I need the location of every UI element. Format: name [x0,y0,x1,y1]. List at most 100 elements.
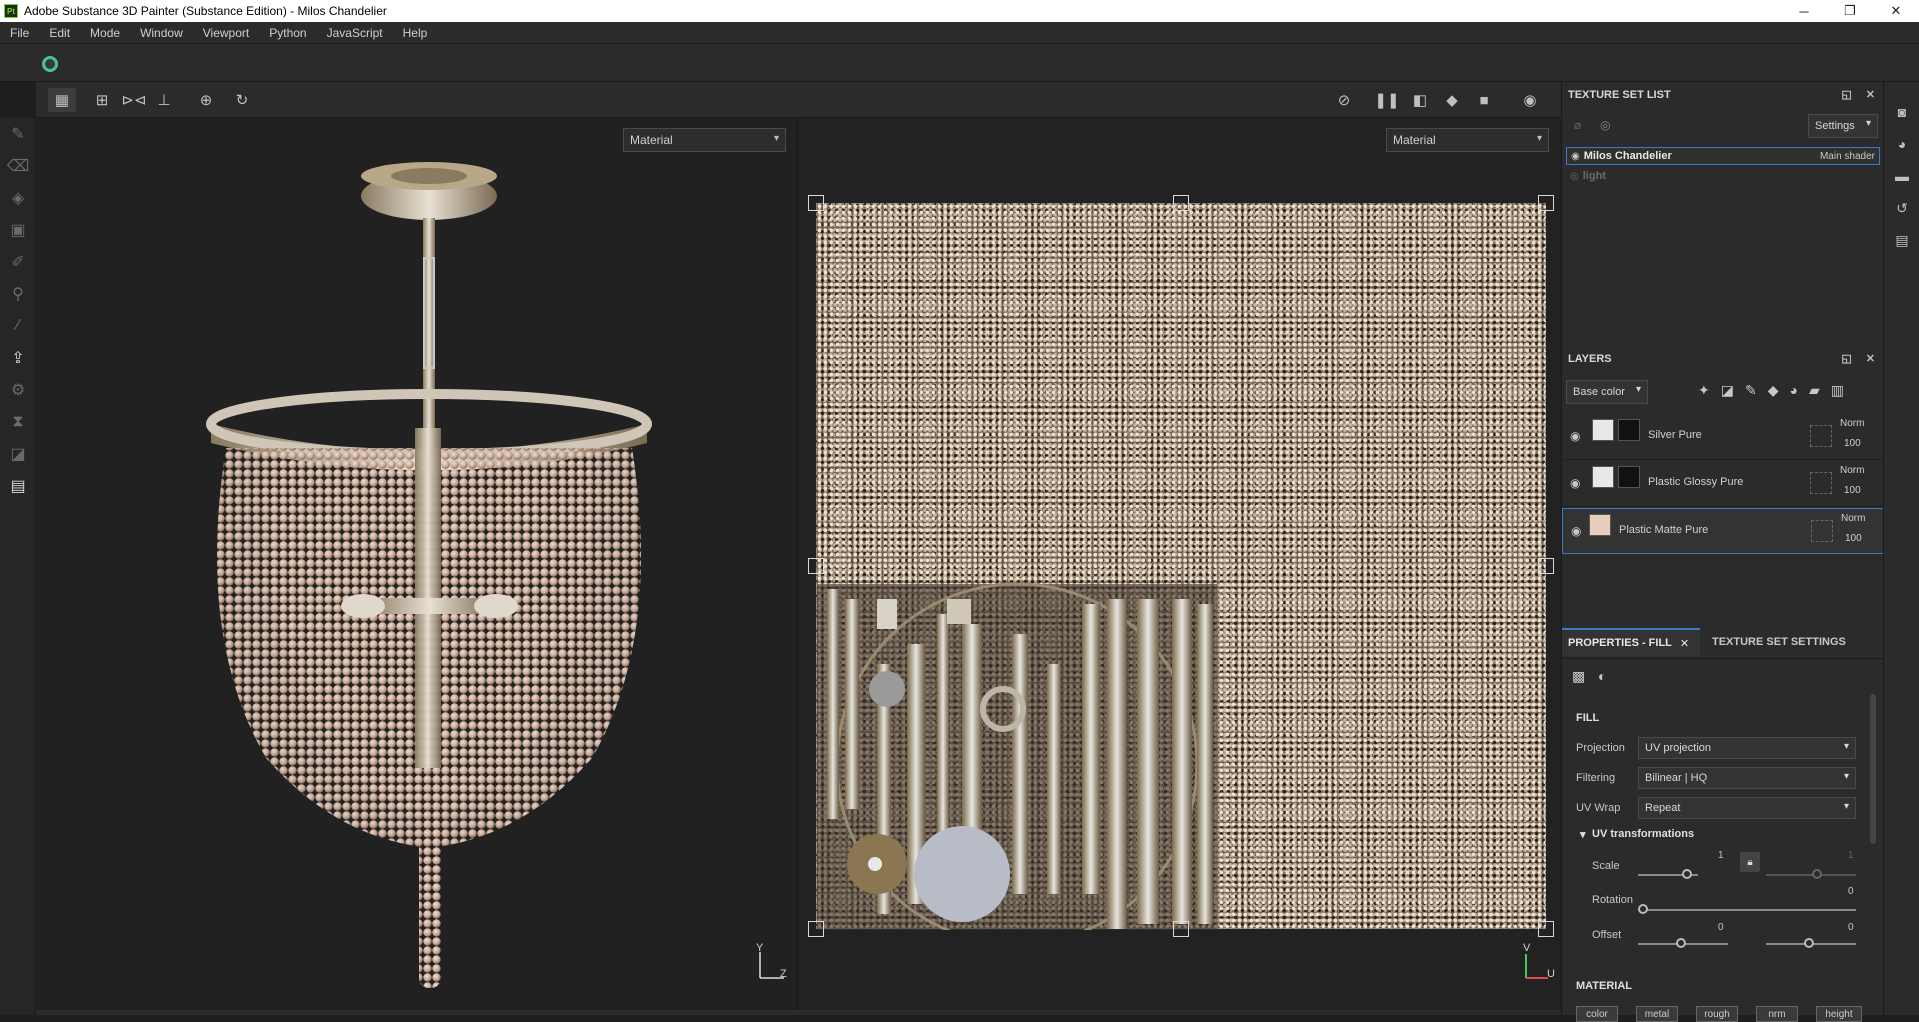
uv-corner-handle-bl[interactable] [808,921,824,937]
uv-corner-handle-tl[interactable] [808,195,824,211]
layer-mask-slot[interactable] [1811,520,1833,542]
texture-set-item[interactable]: ◉ Milos Chandelier Main shader [1566,147,1880,165]
eye-icon[interactable]: ◉ [1571,524,1581,538]
layer-row[interactable]: ◉ Silver Pure Norm 100 [1562,414,1884,460]
tab-texture-set-settings[interactable]: TEXTURE SET SETTINGS [1706,628,1846,656]
screenshot-icon[interactable]: ◉ [1516,88,1544,112]
history-icon[interactable]: ↻ [228,88,256,112]
blend-mode[interactable]: Norm [1841,513,1865,524]
layer-row[interactable]: ◉ Plastic Glossy Pure Norm 100 [1562,461,1884,507]
hourglass-icon[interactable]: ⧗ [0,406,36,438]
float-panel-icon[interactable]: ◱ [1841,88,1851,101]
float-panel-icon[interactable]: ◱ [1841,352,1851,365]
add-smart-material-icon[interactable]: ◕ [1789,382,1797,399]
assets-icon[interactable]: ▬ [1884,160,1919,192]
log-icon[interactable]: ▤ [1884,224,1919,256]
menu-mode[interactable]: Mode [80,26,130,40]
restore-button[interactable]: ❐ [1827,0,1873,22]
lock-icon[interactable]: 🔒︎ [1740,852,1760,872]
tab-properties-fill[interactable]: PROPERTIES - FILL ✕ [1562,628,1700,656]
uv-edge-handle-top[interactable] [1173,195,1189,211]
channel-dropdown[interactable]: Base color ▾ [1566,380,1648,404]
color-picker-icon[interactable]: ⁄ [0,310,36,342]
camera-icon[interactable]: ■ [1470,88,1498,112]
blend-mode[interactable]: Norm [1840,465,1864,476]
close-tab-icon[interactable]: ✕ [1680,637,1689,650]
menu-python[interactable]: Python [259,26,316,40]
layer-mask-slot[interactable] [1810,472,1832,494]
rotation-slider-handle[interactable] [1638,904,1648,914]
settings-dropdown[interactable]: Settings ▾ [1808,114,1878,138]
fill-settings-icon[interactable]: ▩ [1572,668,1585,685]
channel-rough-button[interactable]: rough [1696,1006,1738,1022]
uv-corner-handle-br[interactable] [1538,921,1554,937]
eye-icon[interactable]: ◉ [1570,476,1580,490]
paint-brush-icon[interactable]: ✎ [0,118,36,150]
uv-tool-icon[interactable]: ◪ [0,438,36,470]
viewer-icon[interactable]: ▤ [0,470,36,502]
offset-value-2[interactable]: 0 [1848,922,1854,933]
sync-status-icon[interactable] [42,56,58,72]
offset-slider-1-handle[interactable] [1676,938,1686,948]
material-sphere-icon[interactable]: ◐ [1598,668,1606,684]
menu-viewport[interactable]: Viewport [193,26,259,40]
pause-icon[interactable]: ❚❚ [1373,88,1401,112]
add-mask-icon[interactable]: ◪ [1721,382,1734,399]
add-folder-icon[interactable]: ▰ [1809,382,1820,399]
texture-set-shader[interactable]: Main shader [1820,151,1875,162]
link-icon[interactable]: ⌀ [1574,118,1581,132]
viewport-2d[interactable]: Material ▾ V U [797,118,1561,1010]
history-panel-icon[interactable]: ↺ [1884,192,1919,224]
uvwrap-select[interactable]: Repeat ▾ [1638,797,1856,819]
offset-slider-2-handle[interactable] [1804,938,1814,948]
uv-edge-handle-bottom[interactable] [1173,921,1189,937]
export-icon[interactable]: ⇪ [0,342,36,374]
add-frame-icon[interactable]: ⊕ [192,88,220,112]
scale-slider-handle[interactable] [1682,869,1692,879]
uv-view-icon[interactable]: ▦ [48,88,76,112]
split-view-icon[interactable]: ◧ [1406,88,1434,112]
eye-icon[interactable]: ◎ [1570,171,1579,182]
eye-icon[interactable]: ◉ [1571,151,1580,162]
layer-opacity[interactable]: 100 [1844,438,1861,449]
add-paint-layer-icon[interactable]: ✎ [1745,382,1757,399]
scale-value[interactable]: 1 [1718,850,1724,861]
uv-corner-handle-tr[interactable] [1538,195,1554,211]
scrollbar[interactable] [1870,694,1876,844]
hide-icon[interactable]: ⊘ [1330,88,1358,112]
close-window-button[interactable]: ✕ [1873,0,1919,22]
scale-slider-2-handle[interactable] [1812,869,1822,879]
channel-metal-button[interactable]: metal [1636,1006,1678,1022]
menu-edit[interactable]: Edit [39,26,80,40]
display-mode-icon[interactable]: ◆ [1438,88,1466,112]
layer-opacity[interactable]: 100 [1844,485,1861,496]
offset-value-1[interactable]: 0 [1718,922,1724,933]
tiling-icon[interactable]: ⊞ [88,88,116,112]
projection-icon[interactable]: ◈ [0,182,36,214]
scale-slider-2-track[interactable] [1766,874,1856,876]
close-panel-icon[interactable]: ✕ [1866,352,1875,365]
visibility-icon[interactable]: ◎ [1600,118,1610,132]
symmetry-x-icon[interactable]: ⊳⊲ [120,88,148,112]
texture-set-item[interactable]: ◎ light [1566,167,1880,185]
menu-javascript[interactable]: JavaScript [317,26,393,40]
layer-mask-slot[interactable] [1810,425,1832,447]
layer-opacity[interactable]: 100 [1845,533,1862,544]
close-panel-icon[interactable]: ✕ [1866,88,1875,101]
shader-settings-icon[interactable]: ◕ [1884,128,1919,160]
delete-layer-icon[interactable]: ▥ [1831,382,1844,399]
channel-nrm-button[interactable]: nrm [1756,1006,1798,1022]
blend-mode[interactable]: Norm [1840,418,1864,429]
menu-window[interactable]: Window [130,26,193,40]
bake-icon[interactable]: ⚙ [0,374,36,406]
uv-transformations-toggle[interactable]: ▾ [1580,828,1586,841]
layer-row[interactable]: ◉ Plastic Matte Pure Norm 100 [1562,508,1884,554]
minimize-button[interactable]: ─ [1781,0,1827,22]
scale-value-2[interactable]: 1 [1848,850,1854,861]
clone-icon[interactable]: ⚲ [0,278,36,310]
viewport-2d-mode-select[interactable]: Material ▾ [1386,128,1549,152]
menu-file[interactable]: File [0,26,39,40]
viewport-3d[interactable]: Material ▾ Y Z [36,118,796,1010]
symmetry-y-icon[interactable]: ⊥ [150,88,178,112]
add-fill-layer-icon[interactable]: ◆ [1768,382,1779,399]
